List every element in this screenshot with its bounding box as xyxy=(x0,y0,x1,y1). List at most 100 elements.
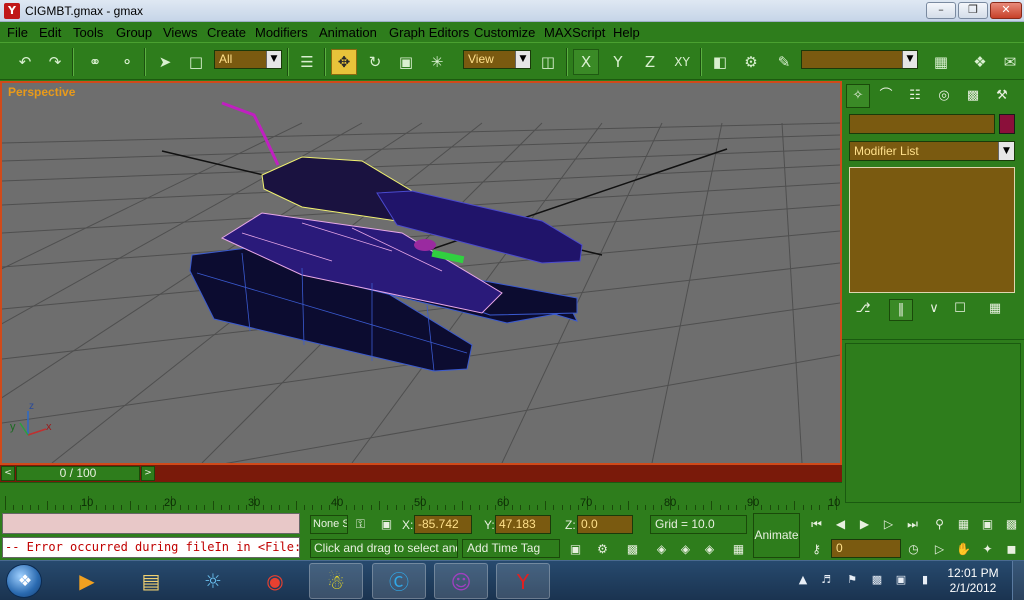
device-icon[interactable]: ▩ xyxy=(870,573,884,587)
maximize-button[interactable]: ❐ xyxy=(958,2,988,19)
go-to-end-icon[interactable]: ⏭ xyxy=(904,516,921,533)
modify-tab-icon[interactable]: ⌒ xyxy=(874,84,898,108)
cube-icon[interactable]: ▩ xyxy=(624,541,641,558)
action-center-flag-icon[interactable]: ⚑ xyxy=(845,573,859,587)
menu-modifiers[interactable]: Modifiers xyxy=(255,25,308,40)
layers-icon[interactable]: ▦ xyxy=(928,49,954,75)
keyframe-set-icon[interactable]: ◈ xyxy=(653,541,670,558)
play-icon[interactable]: ▶ xyxy=(856,516,873,533)
object-color-swatch[interactable] xyxy=(999,114,1015,134)
pivot-center-icon[interactable]: ◫ xyxy=(535,49,561,75)
z-coordinate-input[interactable]: 0.0 xyxy=(577,515,633,534)
modifier-list-dropdown[interactable]: Modifier List ▼ xyxy=(849,141,1015,161)
create-tab-icon[interactable]: ✧ xyxy=(846,84,870,108)
redo-icon[interactable]: ↷ xyxy=(42,49,68,75)
maxscript-listener-input[interactable] xyxy=(2,513,300,534)
restrict-y-button[interactable]: Y xyxy=(605,49,631,75)
zoom-extents-icon[interactable]: ▣ xyxy=(979,516,996,533)
viewport-label[interactable]: Perspective xyxy=(8,85,75,99)
battery-icon[interactable]: ▮ xyxy=(918,573,932,587)
menu-help[interactable]: Help xyxy=(613,25,640,40)
menu-customize[interactable]: Customize xyxy=(474,25,535,40)
snap-toggle-icon[interactable]: ✳ xyxy=(424,49,450,75)
field-of-view-icon[interactable]: ▷ xyxy=(931,541,948,558)
volume-icon[interactable]: ♬ xyxy=(819,573,833,587)
time-slider-prev-button[interactable]: < xyxy=(1,466,15,481)
pan-hand-icon[interactable]: ✋ xyxy=(955,541,972,558)
modifier-stack[interactable] xyxy=(849,167,1015,293)
display-tab-icon[interactable]: ▩ xyxy=(961,84,985,108)
track-bar[interactable]: 10 20 30 40 50 60 70 80 90 10 xyxy=(0,482,842,510)
y-coordinate-input[interactable]: 47.183 xyxy=(495,515,551,534)
menu-graph-editors[interactable]: Graph Editors xyxy=(389,25,469,40)
minimize-button[interactable]: – xyxy=(926,2,956,19)
selection-filter-dropdown[interactable]: All ▼ xyxy=(214,50,282,69)
undo-icon[interactable]: ↶ xyxy=(12,49,38,75)
select-and-scale-icon[interactable]: ▣ xyxy=(393,49,419,75)
aim-icon[interactable]: ☃ xyxy=(309,563,363,599)
time-slider[interactable]: < 0 / 100 > xyxy=(0,465,842,482)
keyframe-mode-icon[interactable]: ◈ xyxy=(701,541,718,558)
motion-tab-icon[interactable]: ◎ xyxy=(932,84,956,108)
align-icon[interactable]: ⚙ xyxy=(738,49,764,75)
remove-modifier-icon[interactable]: ☐ xyxy=(948,299,972,321)
settings-gear-icon[interactable]: ⚙ xyxy=(594,541,611,558)
x-coordinate-input[interactable]: -85.742 xyxy=(414,515,472,534)
named-selection-sets-dropdown[interactable]: ▼ xyxy=(801,50,918,69)
chrome-icon[interactable]: ◉ xyxy=(248,563,302,599)
animate-button[interactable]: Animate xyxy=(753,513,800,558)
lock-selection-icon[interactable]: ⚿ xyxy=(352,516,369,533)
material-editor-icon[interactable]: ✎ xyxy=(771,49,797,75)
skype-icon[interactable]: Ⓒ xyxy=(372,563,426,599)
show-desktop-button[interactable] xyxy=(1012,561,1024,600)
schematic-shield-icon[interactable]: ❖ xyxy=(967,49,993,75)
menu-animation[interactable]: Animation xyxy=(319,25,377,40)
absolute-mode-icon[interactable]: ▣ xyxy=(378,516,395,533)
configure-modifier-sets-icon[interactable]: ▦ xyxy=(983,299,1007,321)
menu-file[interactable]: File xyxy=(7,25,28,40)
internet-explorer-icon[interactable]: ☼ xyxy=(186,563,240,599)
gmax-taskbar-icon[interactable]: Y xyxy=(496,563,550,599)
rectangular-selection-icon[interactable]: □ xyxy=(183,49,209,75)
make-unique-icon[interactable]: ∨ xyxy=(922,299,946,321)
perspective-viewport[interactable]: Perspective z y x xyxy=(0,81,842,465)
mirror-icon[interactable]: ◧ xyxy=(707,49,733,75)
show-hidden-icons[interactable]: ▲ xyxy=(796,573,810,587)
yahoo-messenger-icon[interactable]: ☺ xyxy=(434,563,488,599)
current-frame-input[interactable]: 0 xyxy=(831,539,901,558)
pin-stack-icon[interactable]: ⎇ xyxy=(851,299,875,321)
restrict-z-button[interactable]: Z xyxy=(637,49,663,75)
key-mode-icon[interactable]: ⚷ xyxy=(808,541,825,558)
utilities-tab-icon[interactable]: ⚒ xyxy=(990,84,1014,108)
select-and-link-icon[interactable]: ⚭ xyxy=(82,49,108,75)
close-button[interactable]: ✕ xyxy=(990,2,1022,19)
zoom-icon[interactable]: ⚲ xyxy=(931,516,948,533)
menu-create[interactable]: Create xyxy=(207,25,246,40)
object-name-input[interactable] xyxy=(849,114,995,134)
box-icon[interactable]: ▣ xyxy=(567,541,584,558)
go-to-start-icon[interactable]: ⏮ xyxy=(808,516,825,533)
select-object-icon[interactable]: ➤ xyxy=(152,49,178,75)
menu-maxscript[interactable]: MAXScript xyxy=(544,25,605,40)
start-button[interactable]: ❖ xyxy=(6,564,42,598)
gmax-app-icon[interactable]: Y xyxy=(4,3,20,19)
zoom-all-icon[interactable]: ▦ xyxy=(955,516,972,533)
time-slider-next-button[interactable]: > xyxy=(141,466,155,481)
time-config-icon[interactable]: ▦ xyxy=(730,541,747,558)
restrict-x-button[interactable]: X xyxy=(573,49,599,75)
previous-frame-icon[interactable]: ◀ xyxy=(832,516,849,533)
maxscript-listener-output[interactable]: -- Error occurred during fileIn in <File… xyxy=(2,537,300,558)
arc-rotate-icon[interactable]: ✦ xyxy=(979,541,996,558)
menu-views[interactable]: Views xyxy=(163,25,197,40)
show-end-result-icon[interactable]: ‖ xyxy=(889,299,913,321)
zoom-extents-all-icon[interactable]: ▩ xyxy=(1003,516,1020,533)
menu-group[interactable]: Group xyxy=(116,25,152,40)
select-and-rotate-icon[interactable]: ↻ xyxy=(362,49,388,75)
taskbar-clock[interactable]: 12:01 PM 2/1/2012 xyxy=(938,566,1008,596)
keyframe-filter-icon[interactable]: ◈ xyxy=(677,541,694,558)
select-by-name-icon[interactable]: ☰ xyxy=(294,49,320,75)
time-configuration-icon[interactable]: ◷ xyxy=(905,541,922,558)
file-explorer-icon[interactable]: ▤ xyxy=(124,563,178,599)
next-frame-icon[interactable]: ▷ xyxy=(880,516,897,533)
menu-tools[interactable]: Tools xyxy=(73,25,103,40)
